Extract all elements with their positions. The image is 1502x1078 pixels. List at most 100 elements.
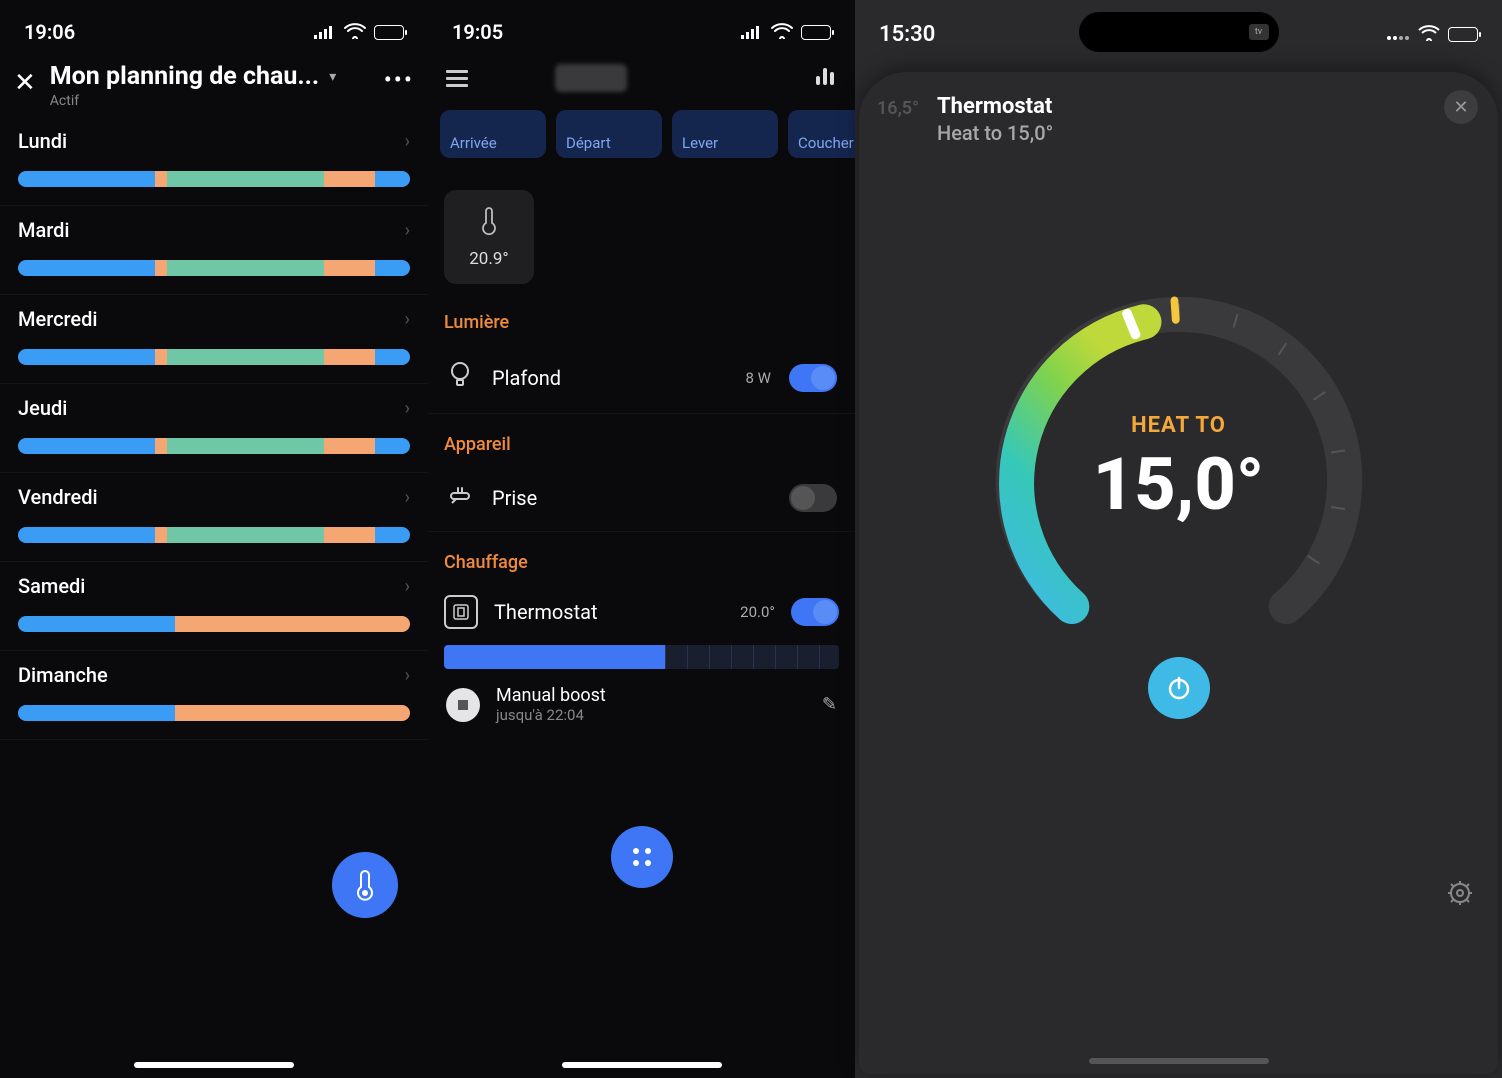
- dial-value: 15,0°: [1093, 442, 1264, 527]
- menu-button[interactable]: [446, 70, 468, 87]
- island-badge-icon: tv: [1249, 24, 1269, 40]
- day-row[interactable]: Vendredi ›: [0, 473, 428, 562]
- day-name: Mercredi: [18, 307, 98, 331]
- power-button[interactable]: [1148, 657, 1210, 719]
- schedule-bar: [18, 260, 410, 276]
- status-time: 19:06: [24, 20, 75, 44]
- day-row[interactable]: Lundi ›: [0, 117, 428, 206]
- current-temp-dim: 16,5°: [877, 98, 919, 119]
- device-label[interactable]: Thermostat: [494, 600, 724, 624]
- day-row[interactable]: Mercredi ›: [0, 295, 428, 384]
- home-indicator[interactable]: [1089, 1058, 1269, 1064]
- thermo-fab[interactable]: [332, 852, 398, 918]
- signal-icon: [314, 20, 336, 44]
- schedule-bar: [18, 171, 410, 187]
- day-row[interactable]: Mardi›: [0, 206, 428, 295]
- battery-icon: [374, 25, 404, 40]
- day-name: Jeudi: [18, 396, 67, 420]
- edit-icon[interactable]: ✎: [822, 694, 837, 715]
- status-time: 19:05: [452, 20, 503, 44]
- scene-chip[interactable]: Lever: [672, 110, 778, 158]
- day-name: Vendredi: [18, 485, 98, 509]
- scenes-fab[interactable]: [611, 826, 673, 888]
- settings-button[interactable]: [1446, 879, 1474, 914]
- schedule-bar: [18, 705, 410, 721]
- chevron-right-icon: ›: [405, 309, 410, 330]
- day-name: Lundi: [18, 129, 67, 153]
- chevron-right-icon: ›: [405, 220, 410, 241]
- toggle-plafond[interactable]: [789, 364, 837, 392]
- schedule-bar: [18, 438, 410, 454]
- section-heading-appliance: Appareil: [428, 414, 855, 465]
- sheet-title: Thermostat: [937, 94, 1053, 119]
- thermostat-detail-screen: 15:30 tv 16,5° Thermostat Heat to 15,0° …: [855, 0, 1502, 1078]
- chevron-right-icon: ›: [405, 131, 410, 152]
- scene-chip[interactable]: Arrivée: [440, 110, 546, 158]
- wifi-icon: [771, 20, 793, 44]
- section-heading-heating: Chauffage: [428, 532, 855, 583]
- battery-icon: [801, 25, 831, 40]
- thermostat-slider[interactable]: [444, 645, 839, 669]
- status-time: 15:30: [879, 22, 935, 47]
- close-button[interactable]: ✕: [14, 68, 36, 98]
- boost-subtitle: jusqu'à 22:04: [496, 706, 806, 724]
- chevron-down-icon[interactable]: ▾: [329, 69, 336, 85]
- status-bar: 19:06: [0, 0, 428, 50]
- day-row[interactable]: Dimanche ›: [0, 651, 428, 740]
- scene-chip[interactable]: Départ: [556, 110, 662, 158]
- device-meta: 8 W: [746, 369, 771, 387]
- battery-icon: [1448, 27, 1478, 42]
- temperature-value: 20.9°: [469, 249, 509, 269]
- wifi-icon: [1418, 22, 1440, 47]
- day-row[interactable]: Samedi ›: [0, 562, 428, 651]
- schedule-header: ✕ Mon planning de chau... ▾ Actif •••: [0, 50, 428, 117]
- chevron-right-icon: ›: [405, 576, 410, 597]
- thermostat-sheet: 16,5° Thermostat Heat to 15,0° ✕: [859, 72, 1498, 1074]
- chevron-right-icon: ›: [405, 398, 410, 419]
- more-button[interactable]: •••: [384, 66, 414, 94]
- boost-title: Manual boost: [496, 685, 806, 706]
- day-row[interactable]: Jeudi ›: [0, 384, 428, 473]
- dynamic-island[interactable]: tv: [1079, 12, 1279, 52]
- day-name: Samedi: [18, 574, 85, 598]
- chevron-right-icon: ›: [405, 665, 410, 686]
- schedule-bar: [18, 616, 410, 632]
- schedule-bar: [18, 349, 410, 365]
- signal-icon: [1386, 22, 1410, 47]
- chevron-right-icon: ›: [405, 487, 410, 508]
- toggle-prise[interactable]: [789, 484, 837, 512]
- room-name-blurred: [555, 64, 627, 92]
- sheet-subtitle: Heat to 15,0°: [937, 121, 1053, 145]
- scene-chips: ArrivéeDépartLeverCoucher: [428, 102, 855, 166]
- room-screen: 19:05 ArrivéeDépartLeverCoucher 20.9° Lu…: [428, 0, 855, 1078]
- status-bar: 19:05: [428, 0, 855, 50]
- close-button[interactable]: ✕: [1444, 90, 1478, 124]
- signal-icon: [741, 20, 763, 44]
- schedule-subtitle: Actif: [50, 93, 370, 109]
- schedule-title[interactable]: Mon planning de chau...: [50, 62, 319, 91]
- section-heading-light: Lumière: [428, 292, 855, 343]
- device-label: Prise: [492, 486, 771, 510]
- bulb-icon: [446, 361, 474, 395]
- wifi-icon: [344, 20, 366, 44]
- device-label: Plafond: [492, 366, 728, 390]
- day-name: Dimanche: [18, 663, 108, 687]
- device-thermostat: Thermostat 20.0°: [428, 583, 855, 669]
- status-icons: [1386, 22, 1478, 47]
- device-meta: 20.0°: [740, 603, 775, 621]
- status-icons: [741, 20, 831, 44]
- scene-chip[interactable]: Coucher: [788, 110, 855, 158]
- home-indicator[interactable]: [134, 1062, 294, 1068]
- status-icons: [314, 20, 404, 44]
- thermostat-dial[interactable]: HEAT TO 15,0°: [984, 275, 1374, 665]
- plug-icon: [446, 483, 474, 513]
- stats-icon[interactable]: [813, 64, 837, 92]
- device-prise[interactable]: Prise: [428, 465, 855, 532]
- stop-icon[interactable]: [446, 688, 480, 722]
- device-plafond[interactable]: Plafond 8 W: [428, 343, 855, 414]
- manual-boost-row[interactable]: Manual boost jusqu'à 22:04 ✎: [428, 669, 855, 740]
- toggle-thermostat[interactable]: [791, 598, 839, 626]
- home-indicator[interactable]: [562, 1062, 722, 1068]
- schedule-bar: [18, 527, 410, 543]
- temperature-tile[interactable]: 20.9°: [444, 190, 534, 284]
